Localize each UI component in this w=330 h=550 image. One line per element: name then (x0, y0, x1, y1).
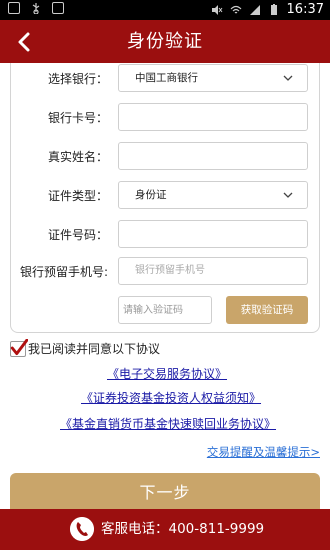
card-number-label: 银行卡号： (47, 111, 108, 125)
hotline-text: 客服电话：400-811-9999 (101, 521, 265, 537)
id-type-select[interactable]: 身份证 (118, 181, 308, 209)
usb-icon (32, 3, 40, 14)
phone-input[interactable]: 银行预留手机号 (118, 257, 308, 285)
id-number-label: 证件号码： (47, 228, 108, 242)
agreement-row: 我已阅读并同意以下协议 (10, 339, 161, 358)
id-type-label: 证件类型： (47, 189, 108, 203)
page-title: 身份验证 (127, 31, 203, 52)
next-button[interactable]: 下一步 (10, 473, 320, 513)
battery-icon (270, 4, 277, 15)
link-e-trade-agreement[interactable]: 《电子交易服务协议》 (107, 366, 227, 382)
real-name-input[interactable] (118, 142, 308, 170)
status-right-icons: 16:37 (211, 2, 324, 18)
link-trade-tips[interactable]: 交易提醒及温馨提示> (207, 444, 320, 460)
chevron-down-icon (283, 192, 293, 198)
phone-icon (70, 517, 94, 541)
status-left-icons (8, 2, 64, 14)
agreement-checkbox[interactable] (10, 339, 28, 357)
footer-hotline[interactable]: 客服电话：400-811-9999 (0, 509, 330, 550)
phone-placeholder: 银行预留手机号 (135, 265, 205, 276)
link-investor-rights[interactable]: 《证券投资基金投资人权益须知》 (81, 390, 261, 406)
bank-label: 选择银行： (47, 72, 108, 86)
id-number-input[interactable] (118, 220, 308, 248)
chevron-down-icon (283, 75, 293, 81)
app-header: 身份验证 (0, 20, 330, 63)
id-type-value: 身份证 (135, 189, 167, 201)
status-time: 16:37 (286, 2, 324, 17)
notification-icon (8, 2, 20, 14)
agreement-text: 我已阅读并同意以下协议 (28, 342, 161, 356)
real-name-label: 真实姓名： (47, 150, 108, 164)
checkmark-icon (10, 339, 28, 356)
get-code-button[interactable]: 获取验证码 (226, 296, 308, 324)
card-number-input[interactable] (118, 103, 308, 131)
link-fast-redemption[interactable]: 《基金直销货币基金快速赎回业务协议》 (60, 416, 276, 432)
verify-code-input[interactable]: 请输入验证码 (118, 296, 212, 324)
phone-label: 银行预留手机号: (19, 265, 108, 279)
verify-code-placeholder: 请输入验证码 (123, 305, 183, 316)
signal-icon (249, 5, 260, 15)
gallery-icon (52, 2, 64, 14)
mute-icon (211, 5, 222, 15)
bank-value: 中国工商银行 (135, 72, 198, 84)
wifi-icon (230, 5, 241, 14)
bank-select[interactable]: 中国工商银行 (118, 64, 308, 92)
status-bar: 16:37 (0, 0, 330, 20)
